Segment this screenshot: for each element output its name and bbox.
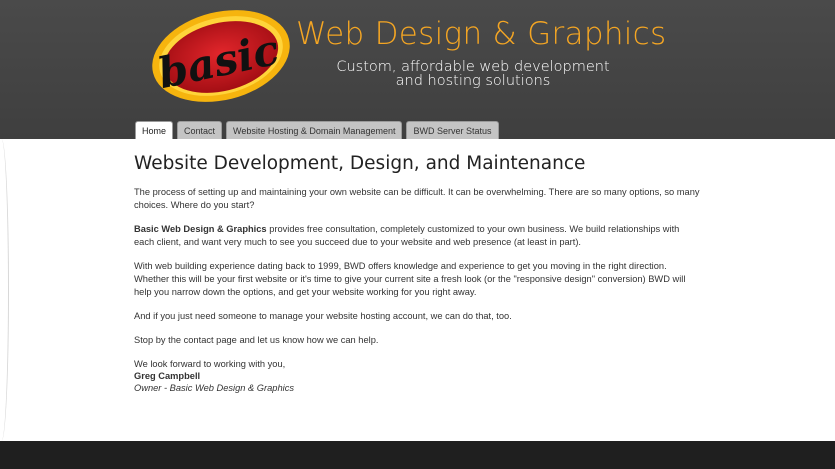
site-footer xyxy=(0,441,835,469)
tab-hosting[interactable]: Website Hosting & Domain Management xyxy=(226,121,403,139)
tab-home[interactable]: Home xyxy=(135,121,174,139)
signature-name: Greg Campbell xyxy=(134,371,201,381)
hosting-paragraph: And if you just need someone to manage y… xyxy=(134,311,512,321)
tagline-line-2: and hosting solutions xyxy=(395,73,551,89)
site-logo[interactable]: basic xyxy=(145,8,295,104)
closing-line: We look forward to working with you, xyxy=(134,359,286,369)
page-title: Website Development, Design, and Mainten… xyxy=(134,153,586,174)
tab-contact[interactable]: Contact xyxy=(177,121,223,139)
consultation-paragraph: Basic Web Design & Graphics provides fre… xyxy=(134,223,700,249)
tab-server-status[interactable]: BWD Server Status xyxy=(406,121,499,139)
main-nav: Home Contact Website Hosting & Domain Ma… xyxy=(135,121,499,139)
site-tagline: Custom, affordable web development and h… xyxy=(318,59,628,89)
contact-paragraph: Stop by the contact page and let us know… xyxy=(134,335,379,345)
company-name: Basic Web Design & Graphics xyxy=(134,224,267,234)
signature-role: Owner - Basic Web Design & Graphics xyxy=(134,383,294,393)
tagline-line-1: Custom, affordable web development xyxy=(336,59,610,75)
page-edge-decoration xyxy=(0,139,9,441)
site-header: basic Web Design & Graphics Custom, affo… xyxy=(0,0,835,139)
intro-paragraph: The process of setting up and maintainin… xyxy=(134,187,700,210)
main-content: Website Development, Design, and Mainten… xyxy=(134,152,700,394)
site-title: Web Design & Graphics xyxy=(296,16,667,52)
experience-paragraph: With web building experience dating back… xyxy=(134,261,686,297)
